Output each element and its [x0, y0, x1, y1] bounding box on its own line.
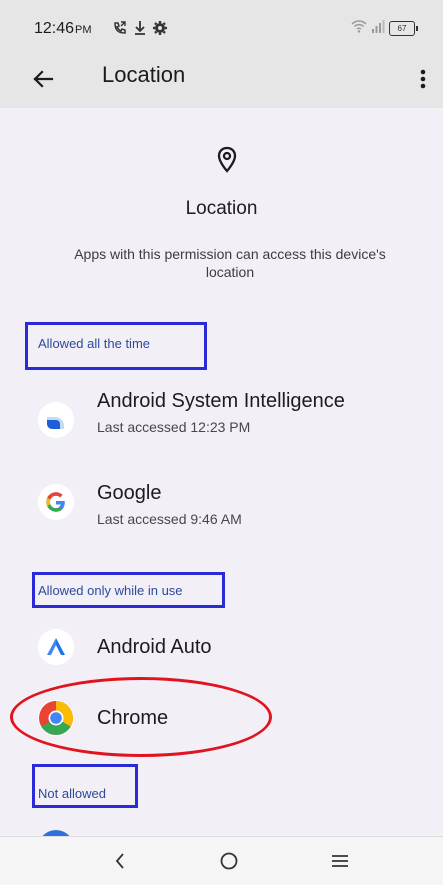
call-forward-icon: [112, 20, 128, 36]
header-description: Apps with this permission can access thi…: [74, 246, 386, 280]
app-name: Android Auto: [97, 636, 212, 658]
status-time: 12:46PM: [34, 20, 92, 38]
navigation-bar: [0, 836, 443, 885]
section-header-allowed-while-in-use: Allowed only while in use: [38, 583, 183, 598]
circle-home-icon: [220, 852, 238, 870]
nav-back-button[interactable]: [100, 845, 140, 877]
arrow-left-icon: [33, 70, 54, 88]
location-pin-icon: [217, 146, 237, 179]
more-vertical-icon: [420, 69, 426, 89]
download-icon: [133, 20, 147, 36]
header-title: Location: [185, 198, 258, 219]
android-system-intelligence-icon: [38, 402, 74, 438]
app-last-accessed: Last accessed 12:23 PM: [97, 419, 251, 435]
nav-recents-button[interactable]: [320, 845, 360, 877]
signal-icon: [371, 19, 385, 38]
nav-home-button[interactable]: [209, 845, 249, 877]
google-icon: [38, 484, 74, 520]
settings-gear-icon: [152, 20, 168, 36]
wifi-icon: [351, 19, 367, 38]
section-header-not-allowed: Not allowed: [38, 786, 106, 801]
app-last-accessed: Last accessed 9:46 AM: [97, 511, 242, 527]
status-time-ampm: PM: [75, 24, 92, 36]
battery-indicator: 67: [389, 21, 418, 36]
chevron-left-icon: [115, 853, 124, 869]
section-header-allowed-all-time: Allowed all the time: [38, 336, 150, 351]
back-button[interactable]: [26, 62, 60, 96]
app-row-android-auto[interactable]: Android Auto: [0, 614, 443, 680]
status-icons-right: 67: [351, 19, 418, 38]
page-title: Location: [102, 62, 186, 87]
menu-lines-icon: [332, 855, 348, 867]
app-name: Google: [97, 482, 162, 504]
app-row-android-system-intelligence[interactable]: Android System Intelligence Last accesse…: [0, 380, 443, 464]
app-row-google[interactable]: Google Last accessed 9:46 AM: [0, 472, 443, 556]
status-time-value: 12:46: [34, 20, 75, 37]
app-name: Android System Intelligence: [97, 390, 345, 412]
status-icons-left: [112, 20, 168, 36]
android-auto-icon: [38, 629, 74, 665]
more-options-button[interactable]: [411, 62, 435, 96]
app-bar: Location: [0, 48, 443, 108]
annotation-ellipse-chrome: [10, 677, 272, 757]
status-bar: 12:46PM 67: [0, 0, 443, 48]
